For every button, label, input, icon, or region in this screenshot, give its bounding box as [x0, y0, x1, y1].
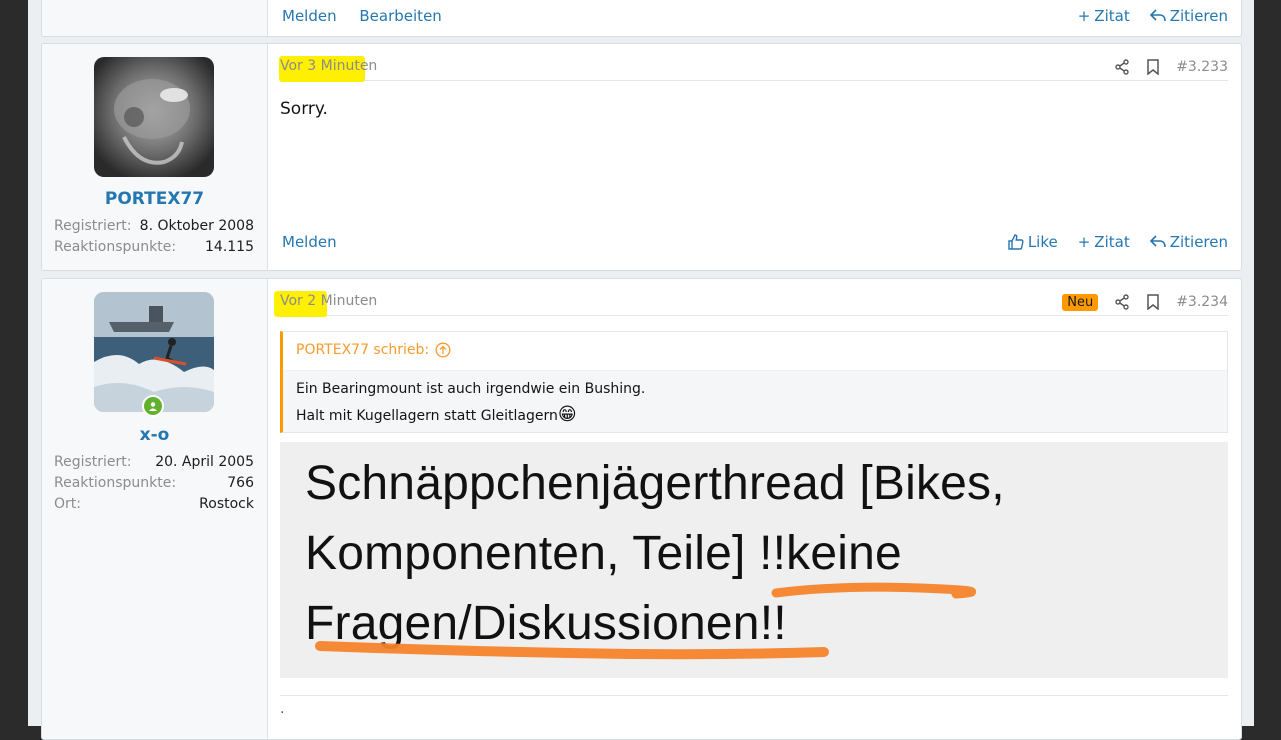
info-registered: Registriert: 8. Oktober 2008: [54, 218, 254, 234]
post-header: Vor 3 Minuten #3.233: [279, 56, 1228, 82]
post-user-cell: x-o Registriert: 20. April 2005 Reaktion…: [42, 279, 268, 739]
post-header-actions: #3.233: [1114, 56, 1228, 78]
info-reactions: Reaktionspunkte: 766: [54, 475, 254, 491]
registered-value: 8. Oktober 2008: [139, 218, 254, 234]
info-reactions: Reaktionspunkte: 14.115: [54, 239, 254, 255]
avatar[interactable]: [94, 57, 214, 177]
post-footer-actions: Like + Zitat Zitieren: [1008, 233, 1228, 251]
scrollbar[interactable]: [1254, 0, 1281, 726]
reactions-label: Reaktionspunkte:: [54, 475, 177, 491]
plus-icon: +: [1077, 233, 1091, 251]
registered-label: Registriert:: [54, 454, 132, 470]
post-main-cell: Vor 2 Minuten Neu #3.234 PORTEX77 schrie…: [268, 279, 1241, 739]
like-button[interactable]: Like: [1008, 233, 1058, 251]
thumbs-up-icon: [1008, 234, 1024, 250]
reactions-value: 14.115: [205, 239, 254, 255]
previous-main-cell: Melden Bearbeiten + Zitat Zitieren: [268, 0, 1241, 36]
post-number-link[interactable]: #3.233: [1176, 59, 1228, 75]
avatar-image: [94, 57, 214, 177]
report-link[interactable]: Melden Bearbeiten: [282, 7, 442, 25]
info-registered: Registriert: 20. April 2005: [54, 454, 254, 470]
post-user-cell: PORTEX77 Registriert: 8. Oktober 2008 Re…: [42, 44, 268, 270]
quote-plus-button[interactable]: + Zitat: [1078, 233, 1130, 251]
share-icon[interactable]: [1114, 294, 1130, 310]
arrow-up-circle-icon: [435, 342, 451, 358]
post-main-cell: Vor 3 Minuten #3.233 Sorry. Melden Like …: [268, 44, 1241, 270]
reply-quote-label: Zitieren: [1169, 7, 1228, 25]
post-time-link[interactable]: Vor 2 Minuten: [280, 293, 377, 309]
orange-underline-marks: [315, 582, 976, 660]
quote-text-line: Halt mit Kugellagern statt Gleitlagern😁: [296, 404, 577, 425]
previous-post-actions: + Zitat Zitieren: [1078, 7, 1228, 25]
edit-link[interactable]: Bearbeiten: [359, 7, 441, 25]
reactions-label: Reaktionspunkte:: [54, 239, 177, 255]
post-3233: PORTEX77 Registriert: 8. Oktober 2008 Re…: [41, 43, 1242, 271]
like-label: Like: [1027, 233, 1058, 251]
reply-icon: [1149, 9, 1166, 22]
post-header: Vor 2 Minuten Neu #3.234: [274, 291, 1228, 317]
quote-plus-label: Zitat: [1094, 233, 1130, 251]
grin-emoji-icon: 😁: [557, 404, 577, 425]
bookmark-icon[interactable]: [1146, 59, 1160, 75]
signature-text: .: [280, 701, 285, 717]
reactions-value: 766: [227, 475, 254, 491]
avatar[interactable]: [94, 292, 214, 412]
quote-plus-button[interactable]: + Zitat: [1078, 7, 1130, 25]
reply-icon: [1149, 235, 1166, 248]
quote-block: PORTEX77 schrieb: Ein Bearingmount ist a…: [280, 331, 1228, 433]
plus-icon: +: [1077, 7, 1091, 25]
avatar-image: [94, 292, 214, 412]
quote-text-line: Ein Bearingmount ist auch irgendwie ein …: [296, 381, 646, 397]
reply-quote-button[interactable]: Zitieren: [1149, 7, 1228, 25]
username-link[interactable]: PORTEX77: [42, 189, 267, 209]
quote-plus-label: Zitat: [1094, 7, 1130, 25]
username-link[interactable]: x-o: [42, 425, 267, 445]
post-time-link[interactable]: Vor 3 Minuten: [280, 58, 377, 74]
embedded-screenshot-image[interactable]: Schnäppchenjägerthread [Bikes, Komponent…: [280, 442, 1228, 678]
share-icon[interactable]: [1114, 59, 1130, 75]
post-number-link[interactable]: #3.234: [1176, 294, 1228, 310]
new-badge: Neu: [1062, 293, 1099, 311]
post-3234: x-o Registriert: 20. April 2005 Reaktion…: [41, 278, 1242, 740]
quote-text: Halt mit Kugellagern statt Gleitlagern: [296, 408, 558, 424]
online-status-icon: [142, 395, 164, 417]
location-label: Ort:: [54, 496, 81, 512]
reply-quote-button[interactable]: Zitieren: [1149, 233, 1228, 251]
previous-user-cell: [42, 0, 268, 36]
quote-author-label: PORTEX77 schrieb:: [296, 342, 430, 358]
info-location: Ort: Rostock: [54, 496, 254, 512]
location-value: Rostock: [199, 496, 254, 512]
report-link[interactable]: Melden: [282, 233, 337, 251]
post-body: Sorry.: [280, 99, 328, 119]
post-header-actions: Neu #3.234: [1062, 291, 1228, 313]
report-label: Melden: [282, 7, 337, 25]
registered-label: Registriert:: [54, 218, 132, 234]
signature-divider: [280, 695, 1228, 696]
previous-post-fragment: Melden Bearbeiten + Zitat Zitieren: [41, 0, 1242, 37]
quote-author-link[interactable]: PORTEX77 schrieb:: [296, 342, 451, 358]
thread-page: Melden Bearbeiten + Zitat Zitieren PORTE…: [28, 0, 1254, 740]
reply-quote-label: Zitieren: [1169, 233, 1228, 251]
quote-header: PORTEX77 schrieb:: [283, 332, 1227, 371]
bookmark-icon[interactable]: [1146, 294, 1160, 310]
registered-value: 20. April 2005: [155, 454, 254, 470]
